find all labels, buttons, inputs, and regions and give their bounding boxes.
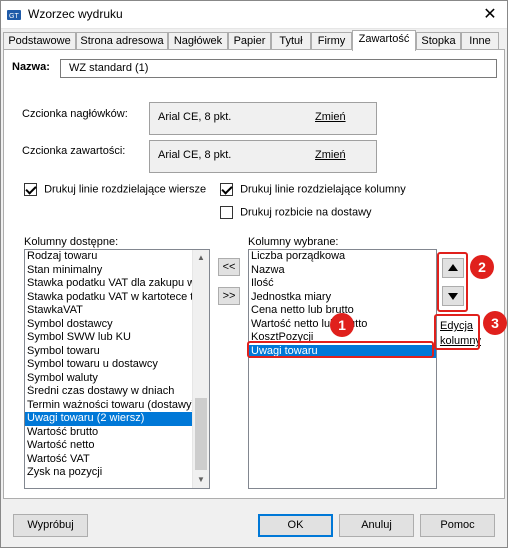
list-item[interactable]: Termin ważności towaru (dostawy): [25, 399, 209, 413]
annotation-highlight-arrows: [437, 252, 468, 312]
list-item[interactable]: Liczba porządkowa: [249, 250, 436, 264]
split-delivery-checkbox-row[interactable]: Drukuj rozbicie na dostawy: [220, 206, 372, 221]
list-item[interactable]: Ilość: [249, 277, 436, 291]
annotation-badge-1: 1: [330, 313, 354, 337]
content-font-value: Arial CE, 8 pkt.: [158, 149, 232, 161]
row-lines-label: Drukuj linie rozdzielające wiersze: [44, 183, 207, 196]
tab-strona-adresowa[interactable]: Strona adresowa: [76, 32, 168, 50]
tab-firmy[interactable]: Firmy: [311, 32, 352, 50]
cancel-button[interactable]: Anuluj: [339, 514, 414, 537]
content-font-change-link[interactable]: Zmień: [315, 149, 346, 161]
available-columns-label: Kolumny dostępne:: [24, 236, 119, 248]
col-lines-checkbox[interactable]: [220, 183, 233, 196]
list-item[interactable]: Uwagi towaru (2 wiersz): [25, 412, 209, 426]
name-input[interactable]: WZ standard (1): [60, 59, 497, 78]
list-item[interactable]: Rodzaj towaru: [25, 250, 209, 264]
annotation-badge-3: 3: [483, 311, 507, 335]
tab-tytul[interactable]: Tytuł: [271, 32, 311, 50]
scroll-thumb[interactable]: [195, 398, 207, 470]
list-item[interactable]: Wartość VAT: [25, 453, 209, 467]
ok-button[interactable]: OK: [258, 514, 333, 537]
title-bar: GT Wzorzec wydruku ✕: [1, 1, 507, 29]
annotation-badge-2: 2: [470, 255, 494, 279]
annotation-highlight-edit: [434, 314, 480, 350]
annotation-highlight-selected-row: [247, 341, 434, 358]
tab-inne[interactable]: Inne: [461, 32, 499, 50]
tab-papier[interactable]: Papier: [228, 32, 271, 50]
selected-columns-list[interactable]: Liczba porządkowa Nazwa Ilość Jednostka mia…: [248, 249, 437, 489]
header-font-change-link[interactable]: Zmień: [315, 111, 346, 123]
help-button[interactable]: Pomoc: [420, 514, 495, 537]
row-lines-checkbox-row[interactable]: Drukuj linie rozdzielające wiersze: [24, 183, 206, 198]
list-item[interactable]: Nazwa: [249, 264, 436, 278]
tab-podstawowe[interactable]: Podstawowe: [3, 32, 76, 50]
col-lines-checkbox-row[interactable]: Drukuj linie rozdzielające kolumny: [220, 183, 406, 198]
content-font-box: Arial CE, 8 pkt. Zmień: [149, 140, 377, 173]
tab-strip: Podstawowe Strona adresowa Nagłówek Papi…: [3, 30, 505, 51]
list-item[interactable]: Średni czas dostawy w dniach: [25, 385, 209, 399]
list-item[interactable]: Symbol dostawcy: [25, 318, 209, 332]
available-scrollbar[interactable]: ▲ ▼: [192, 250, 209, 488]
header-font-value: Arial CE, 8 pkt.: [158, 111, 232, 123]
split-delivery-checkbox[interactable]: [220, 206, 233, 219]
list-item[interactable]: Jednostka miary: [249, 291, 436, 305]
list-item[interactable]: Zysk na pozycji: [25, 466, 209, 480]
row-lines-checkbox[interactable]: [24, 183, 37, 196]
close-icon[interactable]: ✕: [479, 4, 501, 26]
svg-text:GT: GT: [9, 13, 19, 20]
header-font-label: Czcionka nagłówków:: [22, 108, 128, 120]
remove-column-button[interactable]: <<: [218, 258, 240, 276]
col-lines-label: Drukuj linie rozdzielające kolumny: [240, 183, 406, 196]
app-icon: GT: [7, 10, 21, 20]
add-column-button[interactable]: >>: [218, 287, 240, 305]
list-item[interactable]: StawkaVAT: [25, 304, 209, 318]
list-item[interactable]: Wartość brutto: [25, 426, 209, 440]
split-delivery-label: Drukuj rozbicie na dostawy: [240, 206, 372, 219]
tab-zawartosc[interactable]: Zawartość: [352, 30, 416, 51]
list-item[interactable]: Stawka podatku VAT w kartotece t: [25, 291, 209, 305]
list-item[interactable]: Symbol waluty: [25, 372, 209, 386]
list-item[interactable]: Symbol towaru: [25, 345, 209, 359]
list-item[interactable]: Stan minimalny: [25, 264, 209, 278]
tab-naglowek[interactable]: Nagłówek: [168, 32, 228, 50]
name-label: Nazwa:: [12, 61, 50, 73]
dialog-window: GT Wzorzec wydruku ✕ Podstawowe Strona a…: [0, 0, 508, 548]
content-font-label: Czcionka zawartości:: [22, 145, 126, 157]
tab-stopka[interactable]: Stopka: [416, 32, 461, 50]
selected-columns-label: Kolumny wybrane:: [248, 236, 339, 248]
tab-content-panel: Nazwa: WZ standard (1) Czcionka nagłówkó…: [3, 49, 505, 499]
list-item[interactable]: Symbol SWW lub KU: [25, 331, 209, 345]
test-button[interactable]: Wypróbuj: [13, 514, 88, 537]
list-item[interactable]: Stawka podatku VAT dla zakupu w: [25, 277, 209, 291]
available-columns-list[interactable]: Rodzaj towaru Stan minimalny Stawka podatk…: [24, 249, 210, 489]
scroll-down-icon[interactable]: ▼: [193, 472, 209, 488]
list-item[interactable]: Wartość netto: [25, 439, 209, 453]
scroll-up-icon[interactable]: ▲: [193, 250, 209, 266]
header-font-box: Arial CE, 8 pkt. Zmień: [149, 102, 377, 135]
list-item[interactable]: Symbol towaru u dostawcy: [25, 358, 209, 372]
window-title: Wzorzec wydruku: [28, 7, 123, 21]
